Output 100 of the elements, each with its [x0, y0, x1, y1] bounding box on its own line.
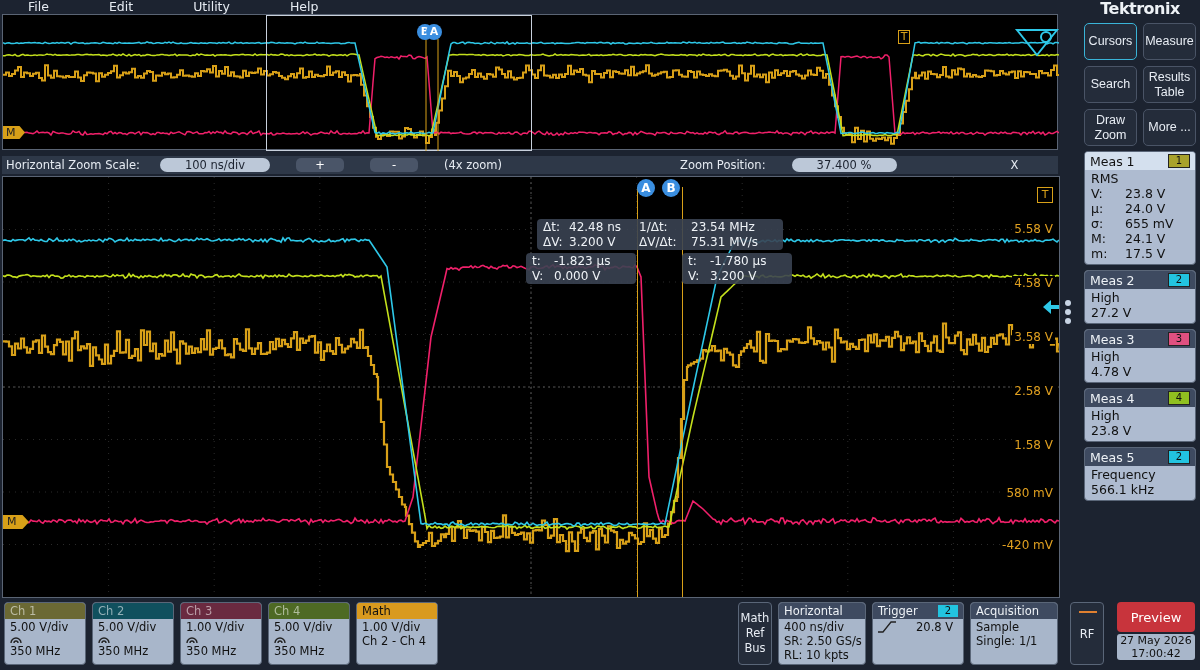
measurement-card[interactable]: Meas 4 4 High 23.8 V	[1084, 388, 1196, 442]
zoom-scale-label: Horizontal Zoom Scale:	[6, 158, 140, 173]
channel-bandwidth: 350 MHz	[274, 644, 326, 658]
measurement-value: 23.8 V	[1125, 186, 1167, 201]
channel-card[interactable]: Ch 4 5.00 V/div 350 MHz	[268, 602, 350, 665]
readout-label: V:	[688, 268, 701, 283]
axis-label: 1.58 V	[1012, 438, 1055, 452]
axis-label: 2.58 V	[1012, 384, 1055, 398]
measurement-value: 566.1 kHz	[1091, 482, 1155, 497]
channel-scale: 1.00 V/div	[362, 620, 422, 634]
level-arrow-icon	[1043, 300, 1059, 314]
zoom-icon	[1014, 29, 1059, 57]
horizontal-card[interactable]: Horizontal 400 ns/div SR: 2.50 GS/s RL: 10 kpts	[778, 602, 866, 665]
math-marker[interactable]: M	[3, 126, 25, 139]
acquisition-card[interactable]: Acquisition Sample Single: 1/1	[970, 602, 1058, 665]
axis-label: 3.58 V	[1012, 330, 1055, 344]
zoom-in-button[interactable]: +	[296, 158, 344, 173]
channel-name: Ch 3	[181, 603, 261, 619]
close-button[interactable]: X	[1010, 158, 1019, 173]
channel-card[interactable]: Math 1.00 V/div Ch 2 - Ch 4	[356, 602, 438, 665]
measurement-label: V:	[1091, 186, 1104, 201]
measurement-value: 27.2 V	[1091, 305, 1133, 320]
channel-scale: 1.00 V/div	[186, 620, 246, 634]
readout-label: t:	[688, 254, 698, 269]
readout-value: -1.823 µs	[554, 254, 612, 269]
trigger-marker[interactable]: T	[898, 30, 910, 44]
source-badge: 2	[938, 605, 958, 617]
bandwidth-icon	[10, 634, 22, 644]
math-ref-bus-button[interactable]: Math Ref Bus	[738, 602, 772, 665]
bandwidth-icon	[98, 634, 110, 644]
brand-logo: Tektronix	[1099, 0, 1181, 18]
channel-card[interactable]: Ch 2 5.00 V/div 350 MHz	[92, 602, 174, 665]
trigger-marker[interactable]: T	[1037, 187, 1053, 203]
panel-button[interactable]: Measure	[1143, 23, 1196, 60]
setting-value: Single: 1/1	[976, 634, 1039, 648]
readout-label: Δt:	[543, 220, 561, 235]
measurement-type: RMS	[1091, 171, 1120, 186]
readout-value: 23.54 MHz	[691, 220, 756, 235]
readout-value: 75.31 MV/s	[691, 234, 760, 249]
measurement-card[interactable]: Meas 3 3 High 4.78 V	[1084, 329, 1196, 383]
measurement-title: Meas 5	[1090, 449, 1135, 465]
zoom-position-field[interactable]: 37.400 %	[791, 158, 897, 173]
card-title: Acquisition	[971, 603, 1057, 619]
bandwidth-icon	[274, 634, 286, 644]
measurement-title: Meas 1	[1090, 153, 1135, 169]
channel-scale: 5.00 V/div	[274, 620, 334, 634]
button-label: Math	[740, 611, 770, 626]
zoom-scale-field[interactable]: 100 ns/div	[160, 158, 270, 173]
source-badge: 2	[1168, 450, 1190, 464]
preview-button[interactable]: Preview	[1117, 602, 1195, 632]
panel-button[interactable]: Cursors	[1084, 23, 1137, 60]
channel-card[interactable]: Ch 3 1.00 V/div 350 MHz	[180, 602, 262, 665]
channel-name: Ch 1	[5, 603, 85, 619]
measurement-value: 4.78 V	[1091, 364, 1133, 379]
panel-button[interactable]: Results Table	[1143, 66, 1196, 103]
readout-label: V:	[532, 268, 545, 283]
channel-name: Ch 2	[93, 603, 173, 619]
panel-button[interactable]: Search	[1084, 66, 1137, 103]
measurement-label: m:	[1091, 246, 1109, 261]
readout-label: 1/Δt:	[639, 220, 669, 235]
panel-button[interactable]: More ...	[1143, 109, 1196, 146]
math-expression: Ch 2 - Ch 4	[362, 634, 428, 648]
axis-label: -420 mV	[1000, 538, 1055, 552]
zoom-out-button[interactable]: -	[370, 158, 418, 173]
menu-item[interactable]: Help	[289, 0, 319, 14]
measurement-label: M:	[1091, 231, 1107, 246]
source-badge: 3	[1168, 332, 1190, 346]
handle-dots-icon[interactable]	[1065, 300, 1071, 324]
readout-value: 3.200 V	[710, 268, 758, 283]
menu-item[interactable]: Edit	[108, 0, 134, 14]
time-text: 17:00:42	[1130, 647, 1182, 660]
channel-name: Math	[357, 603, 437, 619]
trigger-level: 20.8 V	[916, 620, 954, 634]
setting-value: SR: 2.50 GS/s	[784, 634, 860, 648]
bandwidth-icon	[186, 634, 198, 644]
axis-label: 4.58 V	[1012, 276, 1055, 290]
measurement-card[interactable]: Meas 5 2 Frequency 566.1 kHz	[1084, 447, 1196, 501]
zoom-factor-label: (4x zoom)	[444, 158, 503, 173]
card-title: Trigger	[878, 603, 918, 619]
menu-item[interactable]: File	[28, 0, 49, 14]
measurement-value: 17.5 V	[1125, 246, 1167, 261]
panel-button[interactable]: Draw Zoom	[1084, 109, 1137, 146]
measurement-title: Meas 4	[1090, 390, 1135, 406]
rf-button[interactable]: RF	[1070, 602, 1104, 665]
trigger-card[interactable]: Trigger 2 20.8 V	[872, 602, 964, 665]
measurement-title: Meas 2	[1090, 272, 1135, 288]
measurement-type: High	[1091, 408, 1121, 423]
channel-bandwidth: 350 MHz	[98, 644, 150, 658]
math-marker[interactable]: M	[3, 515, 29, 529]
card-title: Horizontal	[779, 603, 865, 619]
measurement-card[interactable]: Meas 2 2 High 27.2 V	[1084, 270, 1196, 324]
measurement-card[interactable]: Meas 1 1 RMS V: 23.8 V µ: 24.0 V σ: 655 mV M: 24.1 V m: 17.5 V	[1084, 151, 1196, 265]
readout-value: 42.48 ns	[569, 220, 623, 235]
menu-item[interactable]: Utility	[193, 0, 230, 14]
readout-value: 0.000 V	[554, 268, 602, 283]
measurement-type: High	[1091, 349, 1121, 364]
channel-card[interactable]: Ch 1 5.00 V/div 350 MHz	[4, 602, 86, 665]
source-badge: 1	[1168, 154, 1190, 168]
rising-edge-icon	[878, 621, 896, 633]
setting-value: Sample	[976, 620, 1021, 634]
